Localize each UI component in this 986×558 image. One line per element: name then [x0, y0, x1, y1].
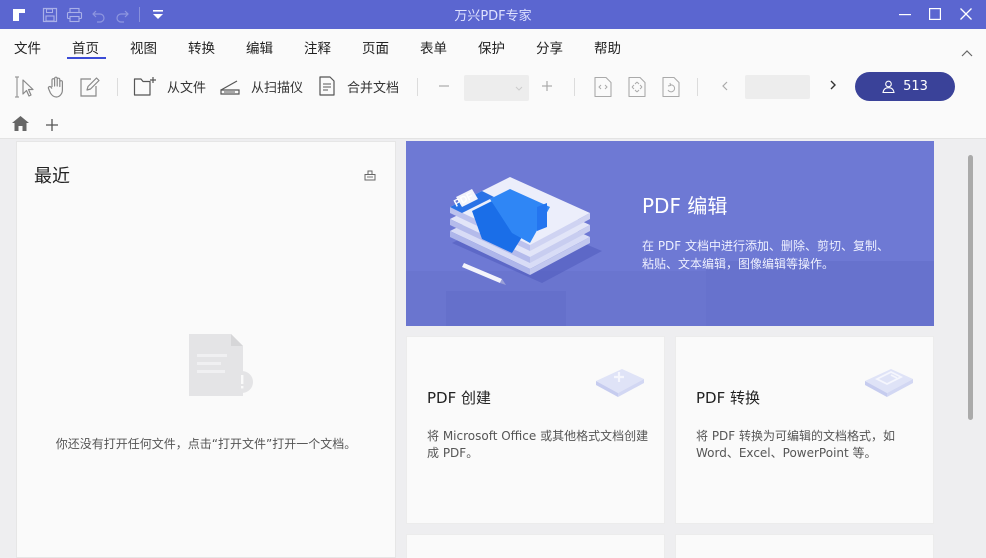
pdf-convert-illustration	[865, 369, 913, 397]
scrollbar-thumb[interactable]	[968, 155, 973, 420]
account-button[interactable]: 513	[855, 72, 955, 101]
clear-recent-icon[interactable]	[363, 167, 377, 181]
from-file-label: 从文件	[167, 80, 207, 96]
menu-edit[interactable]: 编辑	[246, 37, 273, 57]
from-scanner-button[interactable]: 从扫描仪	[219, 75, 303, 97]
zoom-dropdown-icon[interactable]	[515, 86, 523, 91]
menu-help[interactable]: 帮助	[594, 37, 621, 57]
rotate-page-icon[interactable]	[661, 76, 681, 98]
ribbon-toolbar: 从文件 从扫描仪 合并文档 513	[0, 64, 986, 110]
from-file-button[interactable]: 从文件	[133, 75, 206, 97]
user-icon	[882, 80, 895, 93]
toolbar-divider	[117, 78, 118, 96]
pdf-create-card[interactable]: PDF 创建 将 Microsoft Office 或其他格式文档创建成 PDF…	[406, 336, 665, 524]
maximize-button[interactable]	[922, 3, 948, 25]
zoom-in-icon[interactable]	[541, 79, 553, 93]
new-tab-icon[interactable]	[45, 117, 59, 136]
menu-page[interactable]: 页面	[362, 37, 389, 57]
zoom-level-input[interactable]	[464, 75, 529, 101]
account-count: 513	[903, 79, 928, 94]
menu-convert[interactable]: 转换	[188, 37, 215, 57]
pdf-create-title: PDF 创建	[427, 389, 491, 407]
zoom-out-icon[interactable]	[438, 79, 450, 93]
pdf-edit-card[interactable]: PDF PDF 编辑 在 PDF 文档中进行添加、删除、剪切、复制、粘贴、文本编…	[406, 141, 934, 326]
pdf-edit-description: 在 PDF 文档中进行添加、删除、剪切、复制、粘贴、文本编辑，图像编辑等操作。	[642, 239, 890, 271]
active-menu-indicator	[67, 57, 106, 59]
toolbar-divider	[417, 78, 418, 96]
menu-view[interactable]: 视图	[130, 37, 157, 57]
feature-card[interactable]	[675, 534, 934, 558]
menu-form[interactable]: 表单	[420, 37, 447, 57]
pdf-create-illustration	[596, 369, 644, 397]
minimize-button[interactable]	[892, 3, 918, 25]
hand-tool-icon[interactable]	[45, 75, 69, 99]
menu-home[interactable]: 首页	[72, 37, 99, 57]
empty-document-icon	[187, 332, 255, 400]
toolbar-divider	[574, 78, 575, 96]
title-bar: 万兴PDF专家	[0, 0, 986, 29]
empty-recent-message: 你还没有打开任何文件，点击“打开文件”打开一个文档。	[55, 437, 357, 451]
pdf-convert-card[interactable]: PDF 转换 将 PDF 转换为可编辑的文档格式，如 Word、Excel、Po…	[675, 336, 934, 524]
close-button[interactable]	[953, 3, 979, 25]
edit-tool-icon[interactable]	[77, 75, 101, 99]
pdf-stack-illustration: PDF	[450, 177, 602, 285]
recent-title: 最近	[34, 166, 70, 187]
from-scanner-label: 从扫描仪	[251, 80, 304, 96]
pdf-convert-description: 将 PDF 转换为可编辑的文档格式，如 Word、Excel、PowerPoin…	[696, 429, 896, 460]
pdf-convert-title: PDF 转换	[696, 389, 760, 407]
fit-page-icon[interactable]	[627, 76, 647, 98]
window-title: 万兴PDF专家	[454, 9, 532, 24]
toolbar-divider	[697, 78, 698, 96]
feature-card[interactable]	[406, 534, 665, 558]
menu-comment[interactable]: 注释	[304, 37, 331, 57]
menu-bar: 文件 首页 视图 转换 编辑 注释 页面 表单 保护 分享 帮助	[0, 29, 986, 64]
pdf-edit-title: PDF 编辑	[642, 194, 728, 218]
document-tab-bar	[0, 110, 986, 139]
menu-protect[interactable]: 保护	[478, 37, 505, 57]
merge-documents-label: 合并文档	[347, 80, 400, 96]
merge-documents-button[interactable]: 合并文档	[317, 75, 399, 97]
page-number-input[interactable]	[745, 75, 810, 99]
fit-width-icon[interactable]	[593, 76, 613, 98]
next-page-icon[interactable]	[828, 79, 838, 91]
menu-file[interactable]: 文件	[14, 37, 41, 57]
home-content: 最近 你还没有打开任何文件，点击“打开文件”打开一个文档。 PDF PDF 编辑…	[0, 139, 986, 558]
recent-files-panel: 最近 你还没有打开任何文件，点击“打开文件”打开一个文档。	[16, 141, 396, 558]
home-tab-icon[interactable]	[11, 115, 30, 136]
pdf-create-description: 将 Microsoft Office 或其他格式文档创建成 PDF。	[427, 429, 649, 460]
select-tool-icon[interactable]	[14, 75, 38, 99]
collapse-ribbon-icon[interactable]	[960, 43, 974, 57]
menu-share[interactable]: 分享	[536, 37, 563, 57]
previous-page-icon[interactable]	[720, 80, 730, 92]
